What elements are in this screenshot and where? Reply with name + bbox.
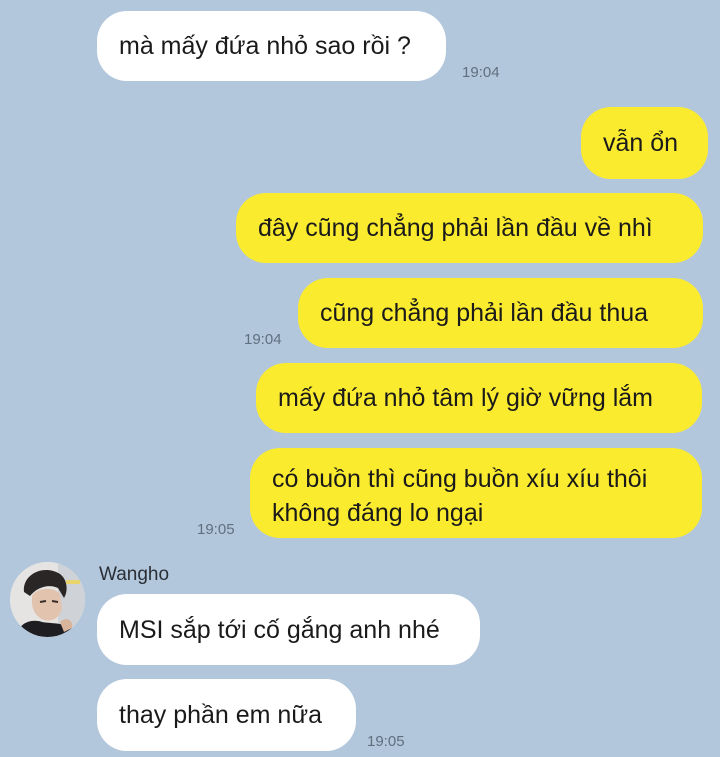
message-line: không đáng lo ngại xyxy=(272,499,484,527)
message-bubble-incoming[interactable]: mà mấy đứa nhỏ sao rồi ? xyxy=(97,11,446,81)
message-bubble-outgoing[interactable]: có buồn thì cũng buồn xíu xíu thôi không… xyxy=(250,448,702,538)
message-bubble-incoming[interactable]: thay phần em nữa xyxy=(97,679,356,751)
chat-conversation: mà mấy đứa nhỏ sao rồi ? 19:04 vẫn ổn đâ… xyxy=(0,0,720,757)
message-bubble-outgoing[interactable]: mấy đứa nhỏ tâm lý giờ vững lắm xyxy=(256,363,702,433)
message-timestamp: 19:04 xyxy=(462,64,500,81)
message-bubble-incoming[interactable]: MSI sắp tới cố gắng anh nhé xyxy=(97,594,480,665)
message-bubble-outgoing[interactable]: vẫn ổn xyxy=(581,107,708,179)
message-bubble-outgoing[interactable]: cũng chẳng phải lần đầu thua xyxy=(298,278,703,348)
message-timestamp: 19:05 xyxy=(367,733,405,750)
message-timestamp: 19:04 xyxy=(244,331,282,348)
message-bubble-outgoing[interactable]: đây cũng chẳng phải lần đầu về nhì xyxy=(236,193,703,263)
sender-name: Wangho xyxy=(99,564,170,585)
message-timestamp: 19:05 xyxy=(197,521,235,538)
avatar-icon[interactable] xyxy=(10,562,85,637)
message-line: có buồn thì cũng buồn xíu xíu thôi xyxy=(272,465,648,493)
